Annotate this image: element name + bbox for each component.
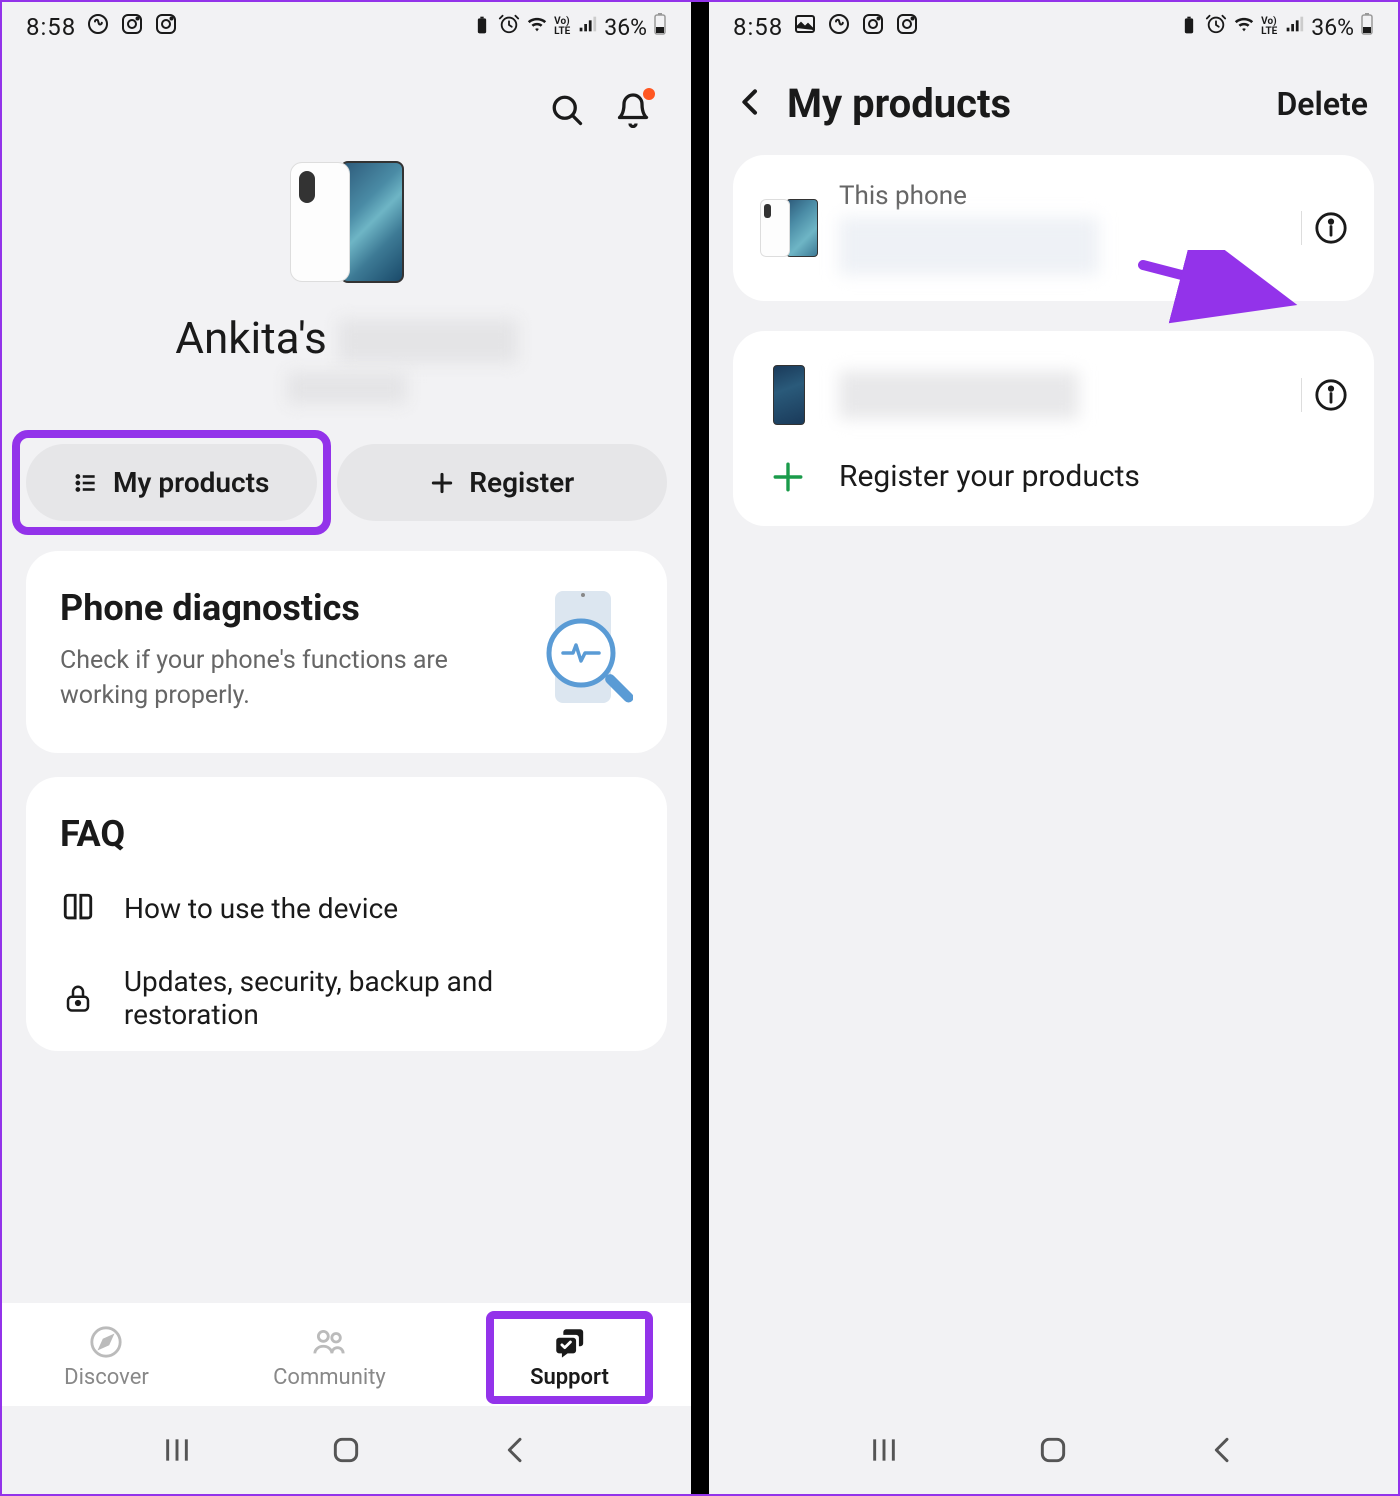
wifi-icon [526,13,548,41]
battery-saver-icon [472,14,492,41]
my-products-label: My products [113,466,269,499]
screen-divider [691,2,709,1494]
device-section: Ankita's [2,152,691,444]
my-products-screen: 8:58 Vo)LTE 36% My products Del [709,2,1398,1494]
product-info-button[interactable] [1301,211,1348,245]
product-thumbnail [759,190,819,266]
list-icon [73,470,99,496]
nav-community[interactable]: Community [253,1321,406,1394]
device-image [287,152,407,292]
battery-saver-icon [1179,14,1199,41]
signal-icon [1283,13,1305,41]
bottom-nav: Discover Community Support [2,1303,691,1406]
faq-item-label: Updates, security, backup and restoratio… [124,965,633,1031]
battery-icon [653,12,667,42]
status-time: 8:58 [733,13,783,41]
device-owner-name: Ankita's [175,312,518,364]
plus-icon [429,470,455,496]
lock-icon [60,983,96,1013]
device-name-redacted [338,319,518,363]
product-name-redacted [839,217,1099,275]
wifi-icon [1233,13,1255,41]
instagram-icon [154,12,178,42]
delete-button[interactable]: Delete [1276,85,1368,123]
android-back-button[interactable] [500,1434,532,1470]
instagram-icon [861,12,885,42]
battery-percent: 36% [604,14,647,41]
notifications-button[interactable] [615,92,651,132]
info-icon [1314,211,1348,245]
faq-card: FAQ How to use the device Updates, secur… [26,777,667,1051]
faq-item-updates-security[interactable]: Updates, security, backup and restoratio… [60,965,633,1031]
nav-label: Community [273,1365,386,1390]
nav-discover[interactable]: Discover [44,1321,169,1394]
diagnostics-icon [533,587,633,717]
register-label: Register [469,466,574,499]
product-card-2: Register your products [733,331,1374,526]
whatsapp-icon [827,12,851,42]
battery-icon [1360,12,1374,42]
android-home-button[interactable] [1037,1434,1069,1470]
search-button[interactable] [549,92,585,132]
register-products-button[interactable]: Register your products [759,433,1348,500]
faq-title: FAQ [60,813,633,855]
register-products-label: Register your products [839,459,1140,494]
highlight-support-tab: Support [486,1311,653,1404]
android-nav-bar [2,1406,691,1494]
faq-item-label: How to use the device [124,892,398,925]
signal-icon [576,13,598,41]
battery-percent: 36% [1311,14,1354,41]
android-recents-button[interactable] [868,1434,900,1470]
android-recents-button[interactable] [161,1434,193,1470]
header-actions [2,52,691,152]
whatsapp-icon [86,12,110,42]
product-thumbnail [759,357,819,433]
compass-icon [89,1325,123,1359]
support-screen: 8:58 Vo)LTE 36% [2,2,691,1494]
nav-label: Discover [64,1365,149,1390]
product-card-this-phone[interactable]: This phone [733,155,1374,301]
highlight-my-products: My products [12,430,331,535]
diagnostics-title: Phone diagnostics [60,587,513,629]
register-button[interactable]: Register [337,444,668,521]
android-back-button[interactable] [1207,1434,1239,1470]
chat-icon [552,1325,586,1359]
android-home-button[interactable] [330,1434,362,1470]
my-products-button[interactable]: My products [26,444,317,521]
plus-icon [771,460,805,494]
alarm-icon [498,13,520,41]
info-icon [1314,378,1348,412]
alarm-icon [1205,13,1227,41]
back-button[interactable] [735,86,767,122]
page-title: My products [787,80,1276,127]
notification-dot [643,88,655,100]
product-name-redacted [839,371,1079,419]
product-info-button[interactable] [1301,378,1348,412]
status-bar: 8:58 Vo)LTE 36% [709,2,1398,52]
faq-item-how-to-use[interactable]: How to use the device [60,891,633,925]
phone-diagnostics-card[interactable]: Phone diagnostics Check if your phone's … [26,551,667,753]
nav-label: Support [530,1365,609,1390]
nav-support[interactable]: Support [510,1321,629,1394]
this-phone-label: This phone [839,181,1273,211]
diagnostics-subtitle: Check if your phone's functions are work… [60,643,513,713]
book-icon [60,891,96,925]
android-nav-bar [709,1406,1398,1494]
device-model-redacted [287,372,407,404]
page-header: My products Delete [709,52,1398,155]
gallery-icon [793,12,817,42]
volte-icon: Vo)LTE [554,17,570,37]
volte-icon: Vo)LTE [1261,17,1277,37]
product-row-2[interactable] [759,357,1348,433]
people-icon [312,1325,346,1359]
status-time: 8:58 [26,13,76,41]
instagram-icon [895,12,919,42]
status-bar: 8:58 Vo)LTE 36% [2,2,691,52]
instagram-icon [120,12,144,42]
